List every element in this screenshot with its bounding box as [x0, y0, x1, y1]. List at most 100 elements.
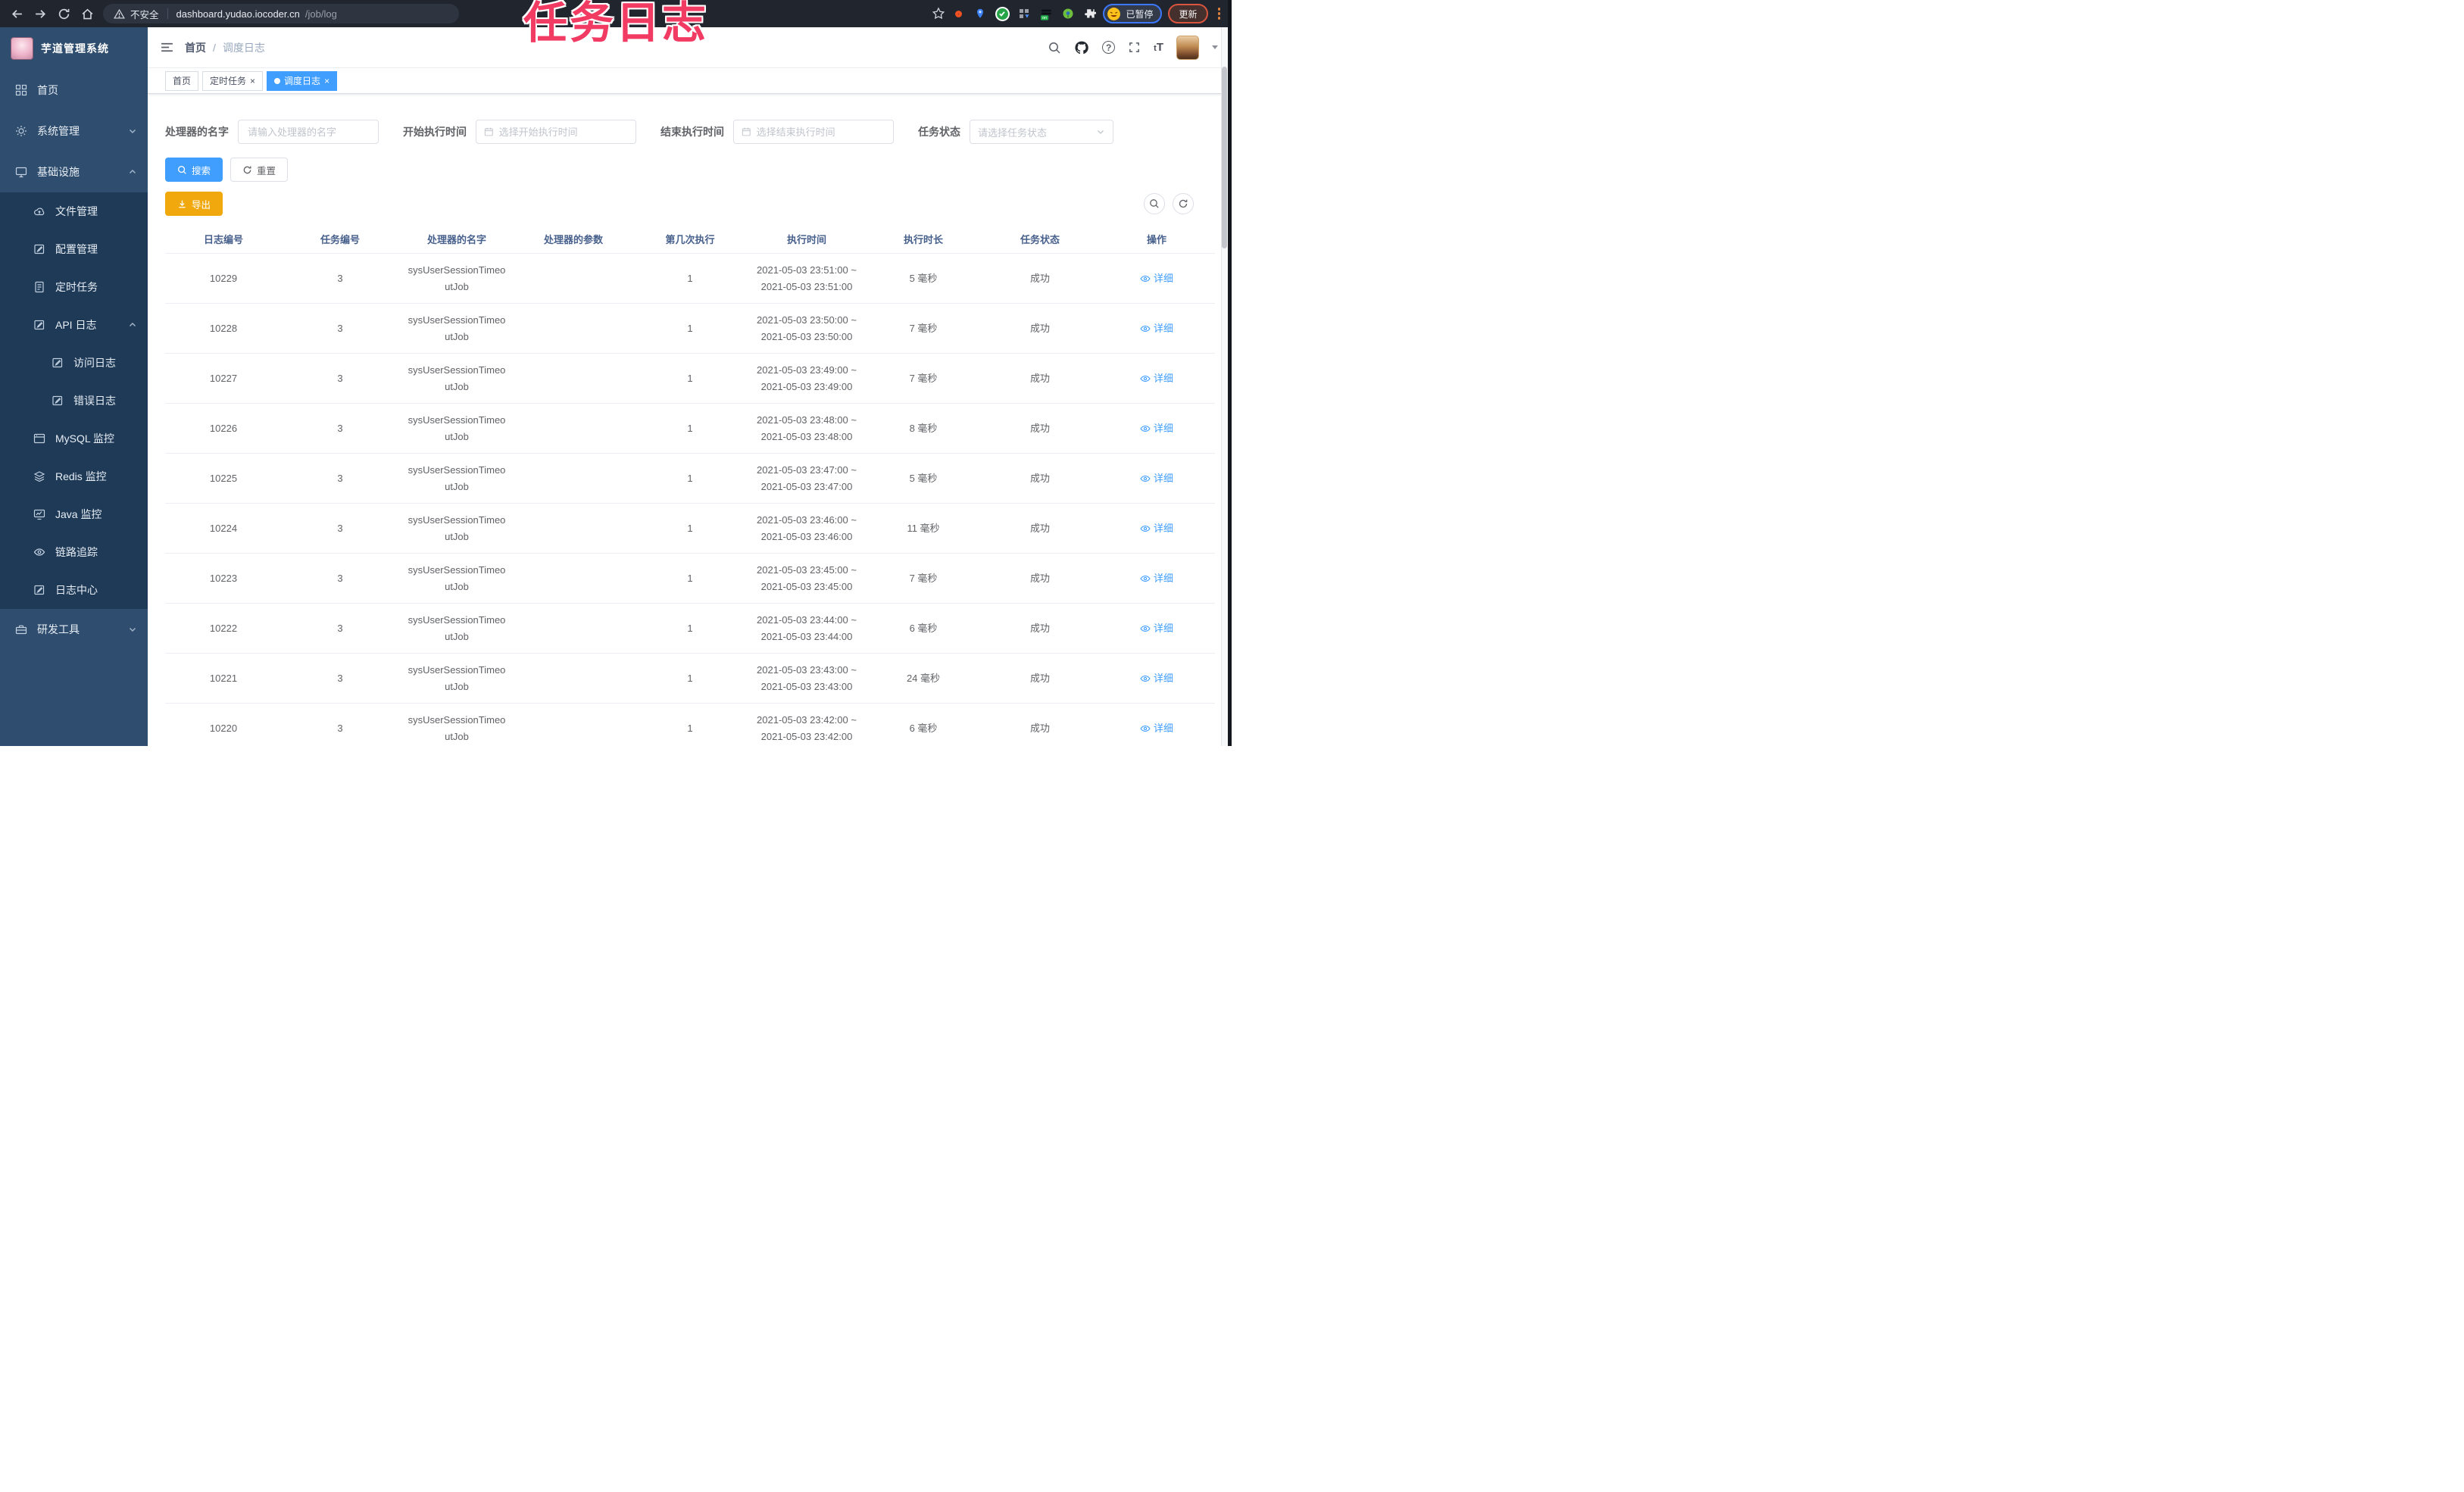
- sidebar-item-timed-task[interactable]: 定时任务: [0, 268, 148, 306]
- cell-exec-index: 1: [687, 472, 693, 484]
- refresh-table-button[interactable]: [1173, 193, 1194, 214]
- cell-duration: 11 毫秒: [907, 522, 940, 534]
- address-bar[interactable]: 不安全 dashboard.yudao.iocoder.cn/job/log: [103, 4, 459, 23]
- extension-on-badge-icon[interactable]: on: [1039, 7, 1053, 20]
- eye-icon: [1140, 575, 1151, 582]
- browser-profile-chip[interactable]: 已暂停: [1103, 4, 1163, 23]
- detail-link[interactable]: 详细: [1098, 371, 1215, 386]
- cell-exec-index: 1: [687, 622, 693, 634]
- header-search-icon[interactable]: [1048, 41, 1061, 55]
- cell-task-id: 3: [337, 672, 343, 684]
- sidebar-item-log-center[interactable]: 日志中心: [0, 571, 148, 609]
- table-row: 10221 3 sysUserSessionTimeoutJob 1 2021-…: [165, 654, 1215, 704]
- dashboard-icon: [15, 84, 27, 96]
- breadcrumb-home[interactable]: 首页: [185, 40, 206, 55]
- extension-monkey-icon[interactable]: [1061, 7, 1075, 20]
- table-row: 10220 3 sysUserSessionTimeoutJob 1 2021-…: [165, 704, 1215, 746]
- handler-name-input[interactable]: [238, 120, 379, 144]
- fullscreen-icon[interactable]: [1128, 41, 1141, 54]
- header-actions: ? tT: [1048, 35, 1218, 60]
- docs-help-icon[interactable]: ?: [1102, 41, 1116, 54]
- start-time-picker[interactable]: [476, 120, 636, 144]
- tab-schedule-log[interactable]: 调度日志 ×: [267, 70, 338, 91]
- cell-task-id: 3: [337, 372, 343, 384]
- document-icon: [35, 281, 44, 293]
- cell-exec-index: 1: [687, 672, 693, 684]
- sidebar-item-error-log[interactable]: 错误日志: [0, 382, 148, 420]
- detail-link[interactable]: 详细: [1098, 621, 1215, 636]
- cell-status: 成功: [1029, 672, 1050, 684]
- sidebar-item-redis-monitor[interactable]: Redis 监控: [0, 457, 148, 495]
- sidebar-item-infrastructure[interactable]: 基础设施: [0, 151, 148, 192]
- detail-link[interactable]: 详细: [1098, 321, 1215, 336]
- search-button[interactable]: 搜索: [165, 158, 223, 182]
- table-tools: [1144, 193, 1194, 214]
- user-avatar[interactable]: [1176, 35, 1199, 60]
- cell-task-id: 3: [337, 522, 343, 534]
- github-icon[interactable]: [1074, 40, 1089, 55]
- job-log-table: 日志编号 任务编号 处理器的名字 处理器的参数 第几次执行 执行时间 执行时长 …: [165, 225, 1215, 746]
- home-icon[interactable]: [81, 8, 94, 20]
- sidebar-item-home[interactable]: 首页: [0, 70, 148, 111]
- export-button[interactable]: 导出: [165, 192, 223, 216]
- detail-link[interactable]: 详细: [1098, 271, 1215, 286]
- close-icon[interactable]: ×: [324, 76, 329, 86]
- task-status-select[interactable]: 请选择任务状态: [970, 120, 1113, 144]
- extension-grid-icon[interactable]: [1017, 7, 1031, 20]
- close-icon[interactable]: ×: [250, 76, 255, 86]
- cell-duration: 5 毫秒: [909, 472, 938, 484]
- app-logo[interactable]: 芋道管理系统: [0, 27, 148, 70]
- hamburger-icon[interactable]: [160, 40, 174, 55]
- sidebar-item-system-management[interactable]: 系统管理: [0, 111, 148, 151]
- cell-exec-time: 2021-05-03 23:48:00 ~ 2021-05-03 23:48:0…: [757, 414, 857, 442]
- sidebar-item-api-log[interactable]: API 日志: [0, 306, 148, 344]
- sidebar-item-dev-tools[interactable]: 研发工具: [0, 609, 148, 650]
- table-row: 10229 3 sysUserSessionTimeoutJob 1 2021-…: [165, 254, 1215, 304]
- avatar-caret-icon[interactable]: [1212, 45, 1218, 49]
- extension-pin-icon[interactable]: [973, 7, 987, 20]
- sidebar-item-config-management[interactable]: 配置管理: [0, 230, 148, 268]
- reload-icon[interactable]: [58, 8, 70, 20]
- bookmark-star-icon[interactable]: [932, 7, 945, 20]
- detail-link[interactable]: 详细: [1098, 671, 1215, 686]
- reset-button[interactable]: 重置: [230, 158, 289, 182]
- eye-icon: [1140, 675, 1151, 682]
- end-time-picker[interactable]: [733, 120, 894, 144]
- window-scrollbar-thumb[interactable]: [1222, 67, 1227, 248]
- detail-link[interactable]: 详细: [1098, 521, 1215, 536]
- extension-green-check-icon[interactable]: [995, 7, 1009, 20]
- active-tab-dot: [274, 77, 281, 84]
- extension-puzzle-icon[interactable]: [1083, 7, 1097, 20]
- sidebar-item-trace[interactable]: 链路追踪: [0, 533, 148, 571]
- table-row: 10225 3 sysUserSessionTimeoutJob 1 2021-…: [165, 454, 1215, 504]
- detail-link[interactable]: 详细: [1098, 421, 1215, 436]
- detail-link[interactable]: 详细: [1098, 571, 1215, 586]
- cell-log-id: 10229: [209, 272, 238, 284]
- browser-update-button[interactable]: 更新: [1168, 4, 1208, 23]
- font-size-icon[interactable]: tT: [1154, 41, 1163, 54]
- table-header-row: 日志编号 任务编号 处理器的名字 处理器的参数 第几次执行 执行时间 执行时长 …: [165, 225, 1215, 254]
- app-title: 芋道管理系统: [41, 42, 109, 55]
- sidebar-item-file-management[interactable]: 文件管理: [0, 192, 148, 230]
- eye-icon: [1140, 525, 1151, 532]
- cell-task-id: 3: [337, 472, 343, 484]
- back-icon[interactable]: [11, 8, 23, 20]
- toggle-search-button[interactable]: [1144, 193, 1165, 214]
- col-exec-index: 第几次执行: [665, 234, 715, 245]
- breadcrumb-current: 调度日志: [222, 41, 265, 54]
- cell-exec-time: 2021-05-03 23:42:00 ~ 2021-05-03 23:42:0…: [757, 713, 857, 742]
- cell-log-id: 10224: [209, 522, 238, 534]
- extension-adblock-icon[interactable]: [951, 7, 965, 20]
- detail-link[interactable]: 详细: [1098, 721, 1215, 736]
- detail-link[interactable]: 详细: [1098, 471, 1215, 486]
- sidebar-item-java-monitor[interactable]: Java 监控: [0, 495, 148, 533]
- sidebar-item-mysql-monitor[interactable]: MySQL 监控: [0, 420, 148, 457]
- sidebar-item-access-log[interactable]: 访问日志: [0, 344, 148, 382]
- browser-window: 不安全 dashboard.yudao.iocoder.cn/job/log o…: [0, 0, 1232, 746]
- window-icon: [33, 433, 45, 444]
- gear-icon: [16, 126, 27, 136]
- tab-home[interactable]: 首页: [165, 70, 199, 91]
- tab-timed-task[interactable]: 定时任务 ×: [202, 70, 264, 91]
- browser-menu-icon[interactable]: [1214, 8, 1225, 20]
- forward-icon[interactable]: [34, 8, 47, 20]
